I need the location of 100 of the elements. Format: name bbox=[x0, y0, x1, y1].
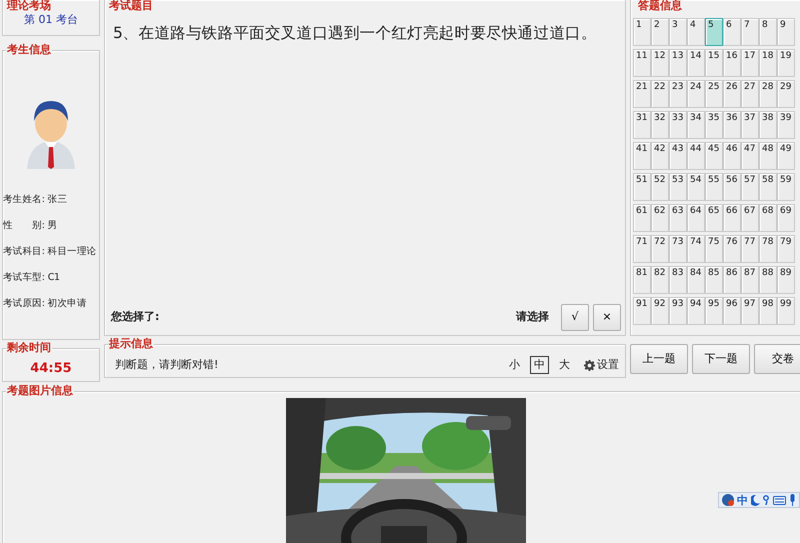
question-number-cell[interactable]: 32 bbox=[651, 111, 669, 139]
question-number-cell[interactable]: 97 bbox=[741, 297, 759, 325]
previous-button[interactable]: 上一题 bbox=[630, 344, 688, 374]
question-number-cell[interactable]: 65 bbox=[705, 204, 723, 232]
question-number-cell[interactable]: 29 bbox=[777, 80, 795, 108]
question-number-cell[interactable]: 96 bbox=[723, 297, 741, 325]
question-number-cell[interactable]: 87 bbox=[741, 266, 759, 294]
settings-button[interactable]: 设置 bbox=[584, 356, 619, 374]
question-number-cell[interactable]: 4 bbox=[687, 18, 705, 46]
question-number-cell[interactable]: 26 bbox=[723, 80, 741, 108]
question-number-cell[interactable]: 89 bbox=[777, 266, 795, 294]
submit-button[interactable]: 交卷 bbox=[754, 344, 800, 374]
next-button[interactable]: 下一题 bbox=[692, 344, 750, 374]
question-number-cell[interactable]: 31 bbox=[633, 111, 651, 139]
question-number-cell[interactable]: 88 bbox=[759, 266, 777, 294]
question-number-cell[interactable]: 82 bbox=[651, 266, 669, 294]
question-number-cell[interactable]: 11 bbox=[633, 49, 651, 77]
microphone-icon[interactable] bbox=[789, 494, 796, 506]
question-number-cell[interactable]: 54 bbox=[687, 173, 705, 201]
question-number-cell[interactable]: 22 bbox=[651, 80, 669, 108]
question-number-cell[interactable]: 1 bbox=[633, 18, 651, 46]
punctuation-icon[interactable] bbox=[763, 494, 770, 506]
question-number-cell[interactable]: 78 bbox=[759, 235, 777, 263]
question-number-cell[interactable]: 62 bbox=[651, 204, 669, 232]
question-number-cell[interactable]: 69 bbox=[777, 204, 795, 232]
question-number-cell[interactable]: 86 bbox=[723, 266, 741, 294]
question-number-cell[interactable]: 99 bbox=[777, 297, 795, 325]
question-number-cell[interactable]: 53 bbox=[669, 173, 687, 201]
question-number-cell[interactable]: 58 bbox=[759, 173, 777, 201]
moon-icon[interactable] bbox=[751, 494, 760, 506]
question-number-cell[interactable]: 98 bbox=[759, 297, 777, 325]
question-number-cell[interactable]: 7 bbox=[741, 18, 759, 46]
question-number-cell[interactable]: 27 bbox=[741, 80, 759, 108]
question-number-cell[interactable]: 13 bbox=[669, 49, 687, 77]
question-number-cell[interactable]: 72 bbox=[651, 235, 669, 263]
question-number-cell[interactable]: 46 bbox=[723, 142, 741, 170]
question-number-cell[interactable]: 44 bbox=[687, 142, 705, 170]
question-number-cell[interactable]: 35 bbox=[705, 111, 723, 139]
true-button[interactable]: √ bbox=[561, 304, 589, 331]
font-size-option[interactable]: 小 bbox=[505, 356, 524, 374]
question-number-cell[interactable]: 14 bbox=[687, 49, 705, 77]
question-number-cell[interactable]: 17 bbox=[741, 49, 759, 77]
question-number-cell[interactable]: 48 bbox=[759, 142, 777, 170]
question-number-cell[interactable]: 16 bbox=[723, 49, 741, 77]
question-number-cell[interactable]: 42 bbox=[651, 142, 669, 170]
question-number-cell[interactable]: 37 bbox=[741, 111, 759, 139]
ime-logo-icon[interactable] bbox=[722, 494, 734, 506]
question-number-cell[interactable]: 61 bbox=[633, 204, 651, 232]
question-number-cell[interactable]: 93 bbox=[669, 297, 687, 325]
question-number-cell[interactable]: 47 bbox=[741, 142, 759, 170]
question-number-cell[interactable]: 63 bbox=[669, 204, 687, 232]
question-number-cell[interactable]: 23 bbox=[669, 80, 687, 108]
question-number-cell[interactable]: 2 bbox=[651, 18, 669, 46]
question-number-cell[interactable]: 57 bbox=[741, 173, 759, 201]
false-button[interactable]: × bbox=[593, 304, 621, 331]
question-number-cell[interactable]: 8 bbox=[759, 18, 777, 46]
question-number-cell[interactable]: 43 bbox=[669, 142, 687, 170]
question-number-cell[interactable]: 74 bbox=[687, 235, 705, 263]
question-number-cell[interactable]: 15 bbox=[705, 49, 723, 77]
question-number-cell[interactable]: 75 bbox=[705, 235, 723, 263]
question-number-cell[interactable]: 95 bbox=[705, 297, 723, 325]
question-number-cell[interactable]: 18 bbox=[759, 49, 777, 77]
question-number-cell[interactable]: 21 bbox=[633, 80, 651, 108]
question-number-cell[interactable]: 52 bbox=[651, 173, 669, 201]
input-mode-toggle[interactable]: 中 bbox=[737, 494, 748, 506]
question-number-cell[interactable]: 24 bbox=[687, 80, 705, 108]
question-number-cell[interactable]: 92 bbox=[651, 297, 669, 325]
question-number-cell[interactable]: 12 bbox=[651, 49, 669, 77]
question-number-cell[interactable]: 34 bbox=[687, 111, 705, 139]
question-number-cell[interactable]: 81 bbox=[633, 266, 651, 294]
font-size-option[interactable]: 大 bbox=[555, 356, 574, 374]
question-number-cell[interactable]: 79 bbox=[777, 235, 795, 263]
question-number-cell[interactable]: 71 bbox=[633, 235, 651, 263]
question-number-cell[interactable]: 41 bbox=[633, 142, 651, 170]
question-number-cell[interactable]: 84 bbox=[687, 266, 705, 294]
question-number-cell[interactable]: 64 bbox=[687, 204, 705, 232]
question-number-cell[interactable]: 36 bbox=[723, 111, 741, 139]
question-number-cell[interactable]: 94 bbox=[687, 297, 705, 325]
question-number-cell[interactable]: 59 bbox=[777, 173, 795, 201]
question-number-cell[interactable]: 85 bbox=[705, 266, 723, 294]
question-number-cell[interactable]: 49 bbox=[777, 142, 795, 170]
question-number-cell[interactable]: 68 bbox=[759, 204, 777, 232]
question-number-cell[interactable]: 39 bbox=[777, 111, 795, 139]
question-number-cell[interactable]: 9 bbox=[777, 18, 795, 46]
question-number-cell[interactable]: 91 bbox=[633, 297, 651, 325]
question-number-cell[interactable]: 19 bbox=[777, 49, 795, 77]
question-number-cell[interactable]: 55 bbox=[705, 173, 723, 201]
question-number-cell[interactable]: 3 bbox=[669, 18, 687, 46]
question-number-cell[interactable]: 33 bbox=[669, 111, 687, 139]
question-number-cell[interactable]: 38 bbox=[759, 111, 777, 139]
keyboard-icon[interactable] bbox=[773, 496, 786, 504]
question-number-cell[interactable]: 66 bbox=[723, 204, 741, 232]
question-number-cell[interactable]: 51 bbox=[633, 173, 651, 201]
question-number-cell[interactable]: 76 bbox=[723, 235, 741, 263]
question-number-cell[interactable]: 45 bbox=[705, 142, 723, 170]
question-number-cell[interactable]: 67 bbox=[741, 204, 759, 232]
font-size-option[interactable]: 中 bbox=[530, 356, 549, 374]
question-number-cell[interactable]: 83 bbox=[669, 266, 687, 294]
question-number-cell[interactable]: 25 bbox=[705, 80, 723, 108]
question-number-cell[interactable]: 5 bbox=[705, 18, 723, 46]
